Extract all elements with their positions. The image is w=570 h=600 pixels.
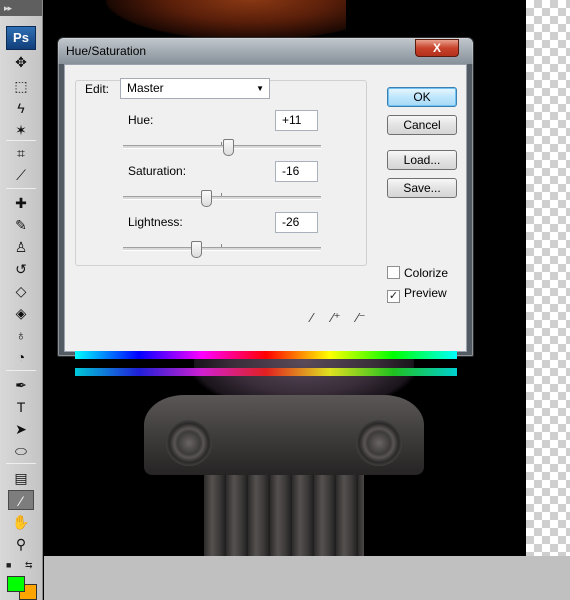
default-colors-icon[interactable]: ■ (6, 560, 11, 570)
preview-checkbox[interactable]: ✓ (387, 290, 400, 303)
save-button[interactable]: Save... (387, 178, 457, 198)
paint-bucket-tool-icon[interactable]: ◈ (8, 303, 34, 323)
crop-tool-icon[interactable]: ⌗ (8, 143, 34, 163)
workspace-background (44, 556, 570, 600)
lightness-slider-thumb[interactable] (191, 241, 203, 258)
dialog-body: Edit: Master ▼ Hue: +11 Saturation: -16 … (64, 64, 467, 376)
move-tool-icon[interactable]: ✥ (8, 52, 34, 72)
hand-tool-icon[interactable]: ✋ (8, 512, 34, 532)
swap-colors-icon[interactable]: ⇆ (25, 560, 33, 571)
column-shaft-image (204, 475, 364, 556)
eyedropper-icon[interactable]: ⁄ (303, 309, 321, 327)
photoshop-logo: Ps (6, 26, 36, 50)
eyedropper-tool-icon[interactable]: ⁄ (8, 490, 34, 510)
saturation-slider-track[interactable] (123, 193, 321, 200)
clone-stamp-tool-icon[interactable]: ♙ (8, 237, 34, 257)
colorize-checkbox[interactable] (387, 266, 400, 279)
notes-tool-icon[interactable]: ▤ (8, 468, 34, 488)
load-button[interactable]: Load... (387, 150, 457, 170)
input-color-spectrum (75, 351, 457, 359)
eyedropper-minus-icon[interactable]: ⁄⁻ (352, 309, 370, 327)
edit-channel-select[interactable]: Master ▼ (120, 78, 270, 99)
lightness-label: Lightness: (128, 215, 183, 229)
type-tool-icon[interactable]: T (8, 397, 34, 417)
transparency-checkerboard (526, 0, 570, 556)
zoom-tool-icon[interactable]: ⚲ (8, 534, 34, 554)
dodge-tool-icon[interactable]: ◔ (8, 347, 34, 367)
dialog-titlebar[interactable]: Hue/Saturation X (58, 38, 473, 64)
path-selection-tool-icon[interactable]: ➤ (8, 419, 34, 439)
cancel-button[interactable]: Cancel (387, 115, 457, 135)
blur-tool-icon[interactable]: ♁ (8, 325, 34, 345)
photoshop-workspace: ▸▸ Ps ✥ ⬚ ϟ ✶ ⌗ ⟋ ✚ ✎ ♙ ↺ ◇ ◈ ♁ ◔ ✒ T ➤ … (0, 0, 570, 600)
preview-label: Preview (404, 286, 447, 300)
volute-left-image (166, 420, 212, 466)
shape-tool-icon[interactable]: ⬭ (8, 441, 34, 461)
hue-saturation-dialog: Hue/Saturation X Edit: Master ▼ Hue: +11… (57, 37, 474, 376)
hue-slider-thumb[interactable] (223, 139, 235, 156)
chevron-down-icon: ▼ (256, 84, 264, 93)
volute-right-image (356, 420, 402, 466)
edit-label: Edit: (83, 82, 112, 96)
output-color-spectrum[interactable] (75, 368, 457, 376)
brush-tool-icon[interactable]: ✎ (8, 215, 34, 235)
saturation-slider-thumb[interactable] (201, 190, 213, 207)
preview-checkbox-row[interactable]: ✓ Preview (387, 286, 447, 303)
eraser-tool-icon[interactable]: ◇ (8, 281, 34, 301)
healing-brush-tool-icon[interactable]: ✚ (8, 193, 34, 213)
magic-wand-tool-icon[interactable]: ✶ (8, 120, 34, 140)
edit-channel-value: Master (127, 81, 164, 95)
eyedropper-plus-icon[interactable]: ⁄⁺ (327, 309, 345, 327)
colorize-label: Colorize (404, 266, 449, 280)
ok-button[interactable]: OK (387, 87, 457, 107)
tools-panel: ▸▸ Ps ✥ ⬚ ϟ ✶ ⌗ ⟋ ✚ ✎ ♙ ↺ ◇ ◈ ♁ ◔ ✒ T ➤ … (0, 0, 43, 600)
lightness-input[interactable]: -26 (275, 212, 318, 233)
dialog-title: Hue/Saturation (66, 44, 147, 58)
pen-tool-icon[interactable]: ✒ (8, 375, 34, 395)
lightness-slider-track[interactable] (123, 244, 321, 251)
history-brush-tool-icon[interactable]: ↺ (8, 259, 34, 279)
saturation-label: Saturation: (128, 164, 187, 178)
edit-group-box (75, 80, 367, 266)
hair-image-region (106, 0, 346, 40)
hue-input[interactable]: +11 (275, 110, 318, 131)
foreground-color-swatch[interactable] (7, 576, 25, 592)
slice-tool-icon[interactable]: ⟋ (8, 165, 34, 185)
marquee-tool-icon[interactable]: ⬚ (8, 76, 34, 96)
close-button[interactable]: X (415, 39, 459, 57)
hue-slider-track[interactable] (123, 142, 321, 149)
hue-label: Hue: (128, 113, 154, 127)
lasso-tool-icon[interactable]: ϟ (8, 98, 34, 118)
panel-grip[interactable]: ▸▸ (0, 0, 42, 16)
saturation-input[interactable]: -16 (275, 161, 318, 182)
colorize-checkbox-row[interactable]: Colorize (387, 266, 448, 280)
